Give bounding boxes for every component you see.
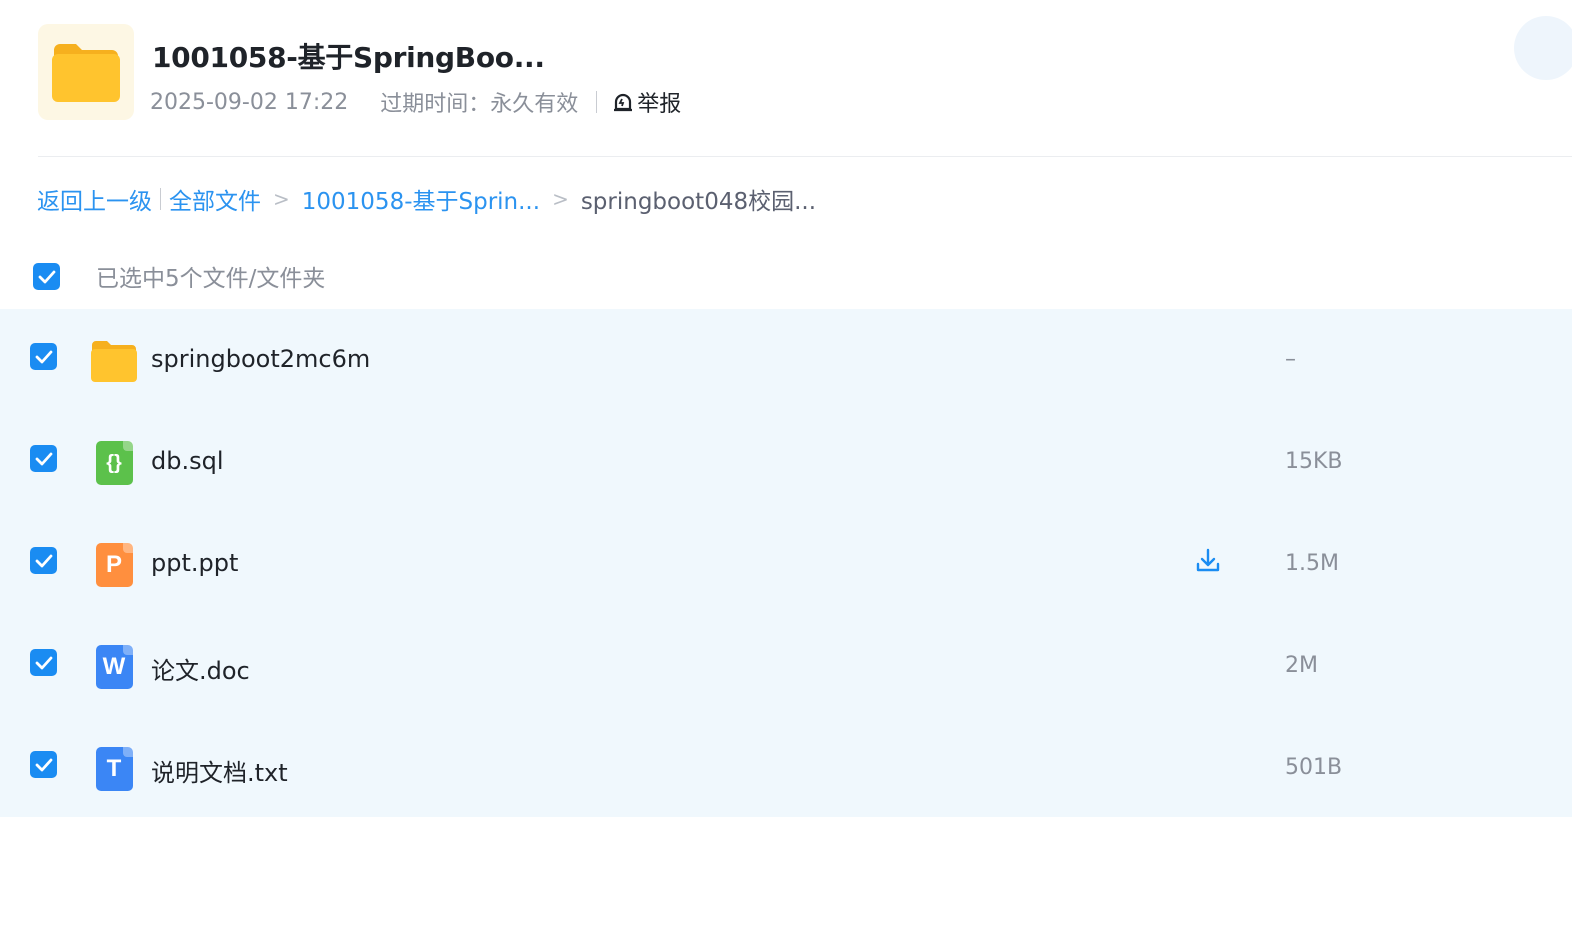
sql-file-icon: {} [95, 441, 133, 485]
folder-icon [90, 337, 138, 385]
breadcrumb-separator: > [273, 187, 290, 211]
share-title: 1001058-基于SpringBoo... [152, 41, 545, 74]
check-icon [35, 656, 52, 669]
breadcrumb-divider [160, 188, 161, 210]
select-all-checkbox[interactable] [33, 263, 60, 290]
file-checkbox[interactable] [30, 343, 57, 370]
breadcrumb-current: springboot048校园... [580, 189, 817, 215]
file-checkbox[interactable] [30, 547, 57, 574]
file-row[interactable]: springboot2mc6m – [0, 309, 1572, 411]
file-name[interactable]: 论文.doc [151, 651, 250, 686]
check-icon [35, 350, 52, 363]
file-name[interactable]: db.sql [151, 447, 224, 475]
share-date: 2025-09-02 17:22 [150, 89, 349, 115]
file-row[interactable]: W 论文.doc 2M [0, 615, 1572, 717]
back-link[interactable]: 返回上一级 [37, 182, 152, 216]
txt-file-icon-wrap: T [90, 745, 138, 793]
file-size: 1.5M [1285, 551, 1339, 576]
breadcrumb-level1-link[interactable]: 1001058-基于Sprin... [302, 182, 540, 216]
ppt-file-icon: P [95, 543, 133, 587]
select-all-row: 已选中5个文件/文件夹 [0, 245, 1572, 307]
report-button[interactable]: 举报 [611, 86, 681, 118]
file-checkbox[interactable] [30, 751, 57, 778]
file-row[interactable]: {} db.sql 15KB [0, 411, 1572, 513]
file-list: springboot2mc6m – {} db.sql 15KB P ppt.p… [0, 309, 1572, 817]
check-icon [35, 452, 52, 465]
txt-file-icon: T [95, 747, 133, 791]
side-avatar-bubble[interactable] [1514, 16, 1572, 80]
file-size: 2M [1285, 653, 1318, 678]
word-file-icon: W [95, 645, 133, 689]
file-checkbox[interactable] [30, 445, 57, 472]
ppt-file-icon-wrap: P [90, 541, 138, 589]
expire-info: 过期时间：永久有效 [380, 92, 579, 117]
file-size: – [1285, 347, 1296, 372]
file-row[interactable]: T 说明文档.txt 501B [0, 717, 1572, 819]
file-name[interactable]: springboot2mc6m [151, 345, 370, 373]
breadcrumb-separator: > [552, 187, 569, 211]
check-icon [38, 270, 55, 283]
file-name[interactable]: 说明文档.txt [151, 753, 288, 788]
file-name[interactable]: ppt.ppt [151, 549, 238, 577]
check-icon [35, 554, 52, 567]
word-file-icon-wrap: W [90, 643, 138, 691]
breadcrumb: 返回上一级 全部文件 > 1001058-基于Sprin... > spring… [37, 182, 816, 216]
all-files-link[interactable]: 全部文件 [169, 182, 261, 216]
file-checkbox[interactable] [30, 649, 57, 676]
sql-file-icon-wrap: {} [90, 439, 138, 487]
folder-icon [52, 44, 120, 102]
report-icon [614, 93, 633, 112]
download-icon[interactable] [1194, 547, 1222, 575]
check-icon [35, 758, 52, 771]
share-meta: 2025-09-02 17:22 过期时间：永久有效 举报 [150, 86, 681, 118]
meta-divider [596, 91, 598, 113]
selection-count: 已选中5个文件/文件夹 [96, 266, 326, 292]
report-label: 举报 [637, 92, 682, 117]
file-size: 501B [1285, 755, 1343, 780]
share-folder-tile [38, 24, 134, 120]
file-row[interactable]: P ppt.ppt 1.5M [0, 513, 1572, 615]
header-divider [38, 156, 1572, 157]
file-size: 15KB [1285, 449, 1343, 474]
share-header: 1001058-基于SpringBoo... 2025-09-02 17:22 … [38, 16, 1572, 120]
